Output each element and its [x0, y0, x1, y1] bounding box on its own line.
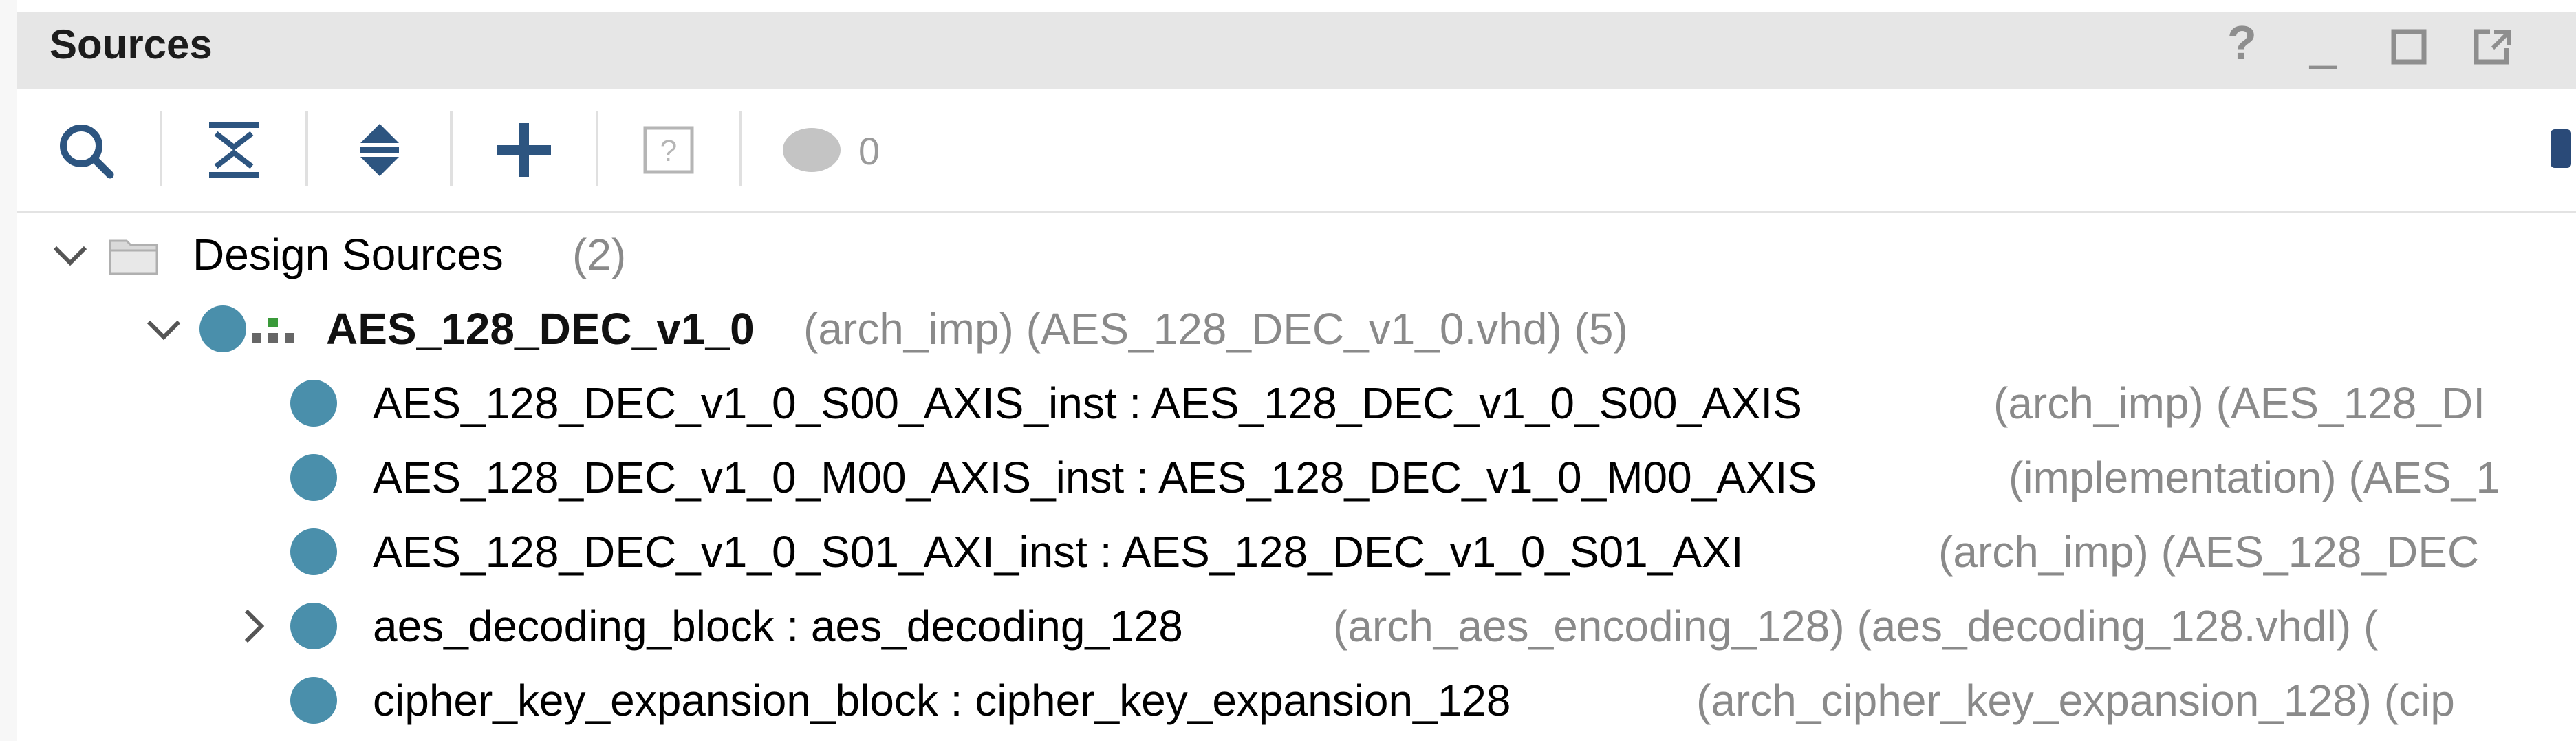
expand-all-icon [360, 124, 399, 176]
help-button[interactable]: ? [2227, 15, 2257, 70]
properties-button[interactable]: ? [634, 116, 703, 184]
collapse-all-icon [209, 122, 259, 178]
float-button[interactable] [2474, 29, 2512, 65]
float-window-icon [2474, 29, 2511, 65]
tree-child-row[interactable]: AES_128_DEC_v1_0_M00_AXIS_inst : AES_128… [0, 440, 2576, 515]
svg-text:?: ? [660, 134, 677, 168]
search-icon [60, 125, 114, 179]
add-icon [497, 123, 551, 177]
module-status-icon [290, 528, 337, 575]
hierarchy-top-icon [252, 318, 294, 343]
child-label: AES_128_DEC_v1_0_M00_AXIS_inst : AES_128… [373, 453, 1817, 502]
module-status-icon [290, 603, 337, 649]
toolbar-separator [305, 111, 308, 186]
toolbar-separator [739, 111, 742, 186]
child-detail: (arch_cipher_key_expansion_128) (cip [1696, 676, 2455, 725]
chevron-down-icon[interactable] [142, 307, 186, 351]
tree-root-design-sources[interactable]: Design Sources (2) [0, 217, 2576, 292]
help-box-icon: ? [643, 126, 694, 174]
child-detail: (arch_aes_encoding_128) (aes_decoding_12… [1333, 601, 2379, 651]
tree-child-row[interactable]: AES_128_DEC_v1_0_S00_AXIS_inst : AES_128… [0, 366, 2576, 440]
status-dot-icon [783, 128, 841, 172]
child-label: AES_128_DEC_v1_0_S01_AXI_inst : AES_128_… [373, 527, 1744, 577]
child-label: AES_128_DEC_v1_0_S00_AXIS_inst : AES_128… [373, 378, 1802, 428]
toolbar-divider [17, 211, 2576, 213]
minimize-button[interactable]: _ [2310, 15, 2337, 70]
maximize-button[interactable] [2391, 29, 2427, 65]
module-status-icon [199, 305, 246, 352]
expand-all-button[interactable] [345, 116, 414, 184]
add-sources-button[interactable] [490, 116, 559, 184]
child-detail: (implementation) (AES_1 [2009, 453, 2500, 502]
module-status-icon [290, 454, 337, 501]
maximize-icon [2391, 29, 2427, 65]
tree-root-label: Design Sources [193, 230, 504, 279]
settings-icon[interactable] [2551, 129, 2571, 168]
tree-top-module[interactable]: AES_128_DEC_v1_0 (arch_imp) (AES_128_DEC… [0, 292, 2576, 366]
search-button[interactable] [52, 116, 121, 184]
status-count: 0 [858, 129, 880, 173]
module-status-icon [290, 677, 337, 724]
folder-icon [109, 239, 158, 275]
tree-child-row[interactable]: cipher_key_expansion_block : cipher_key_… [0, 663, 2576, 738]
toolbar-separator [160, 111, 162, 186]
tree-child-row[interactable]: aes_decoding_block : aes_decoding_128 (a… [0, 589, 2576, 663]
child-detail: (arch_imp) (AES_128_DEC [1938, 527, 2480, 577]
panel-title: Sources [50, 21, 213, 67]
tree-root-count: (2) [572, 230, 627, 279]
chevron-down-icon[interactable] [48, 233, 92, 277]
child-detail: (arch_imp) (AES_128_DI [1993, 378, 2485, 428]
status-indicator [777, 116, 846, 184]
child-label: cipher_key_expansion_block : cipher_key_… [373, 676, 1511, 725]
panel-title-bar [17, 12, 2576, 89]
top-module-detail: (arch_imp) (AES_128_DEC_v1_0.vhd) (5) [803, 304, 1628, 354]
toolbar-separator [596, 111, 598, 186]
collapse-all-button[interactable] [199, 116, 268, 184]
tree-child-row[interactable]: AES_128_DEC_v1_0_S01_AXI_inst : AES_128_… [0, 515, 2576, 589]
toolbar-separator [450, 111, 453, 186]
child-label: aes_decoding_block : aes_decoding_128 [373, 601, 1183, 651]
module-status-icon [290, 380, 337, 427]
chevron-right-icon[interactable] [231, 604, 275, 648]
top-module-name: AES_128_DEC_v1_0 [326, 304, 755, 354]
